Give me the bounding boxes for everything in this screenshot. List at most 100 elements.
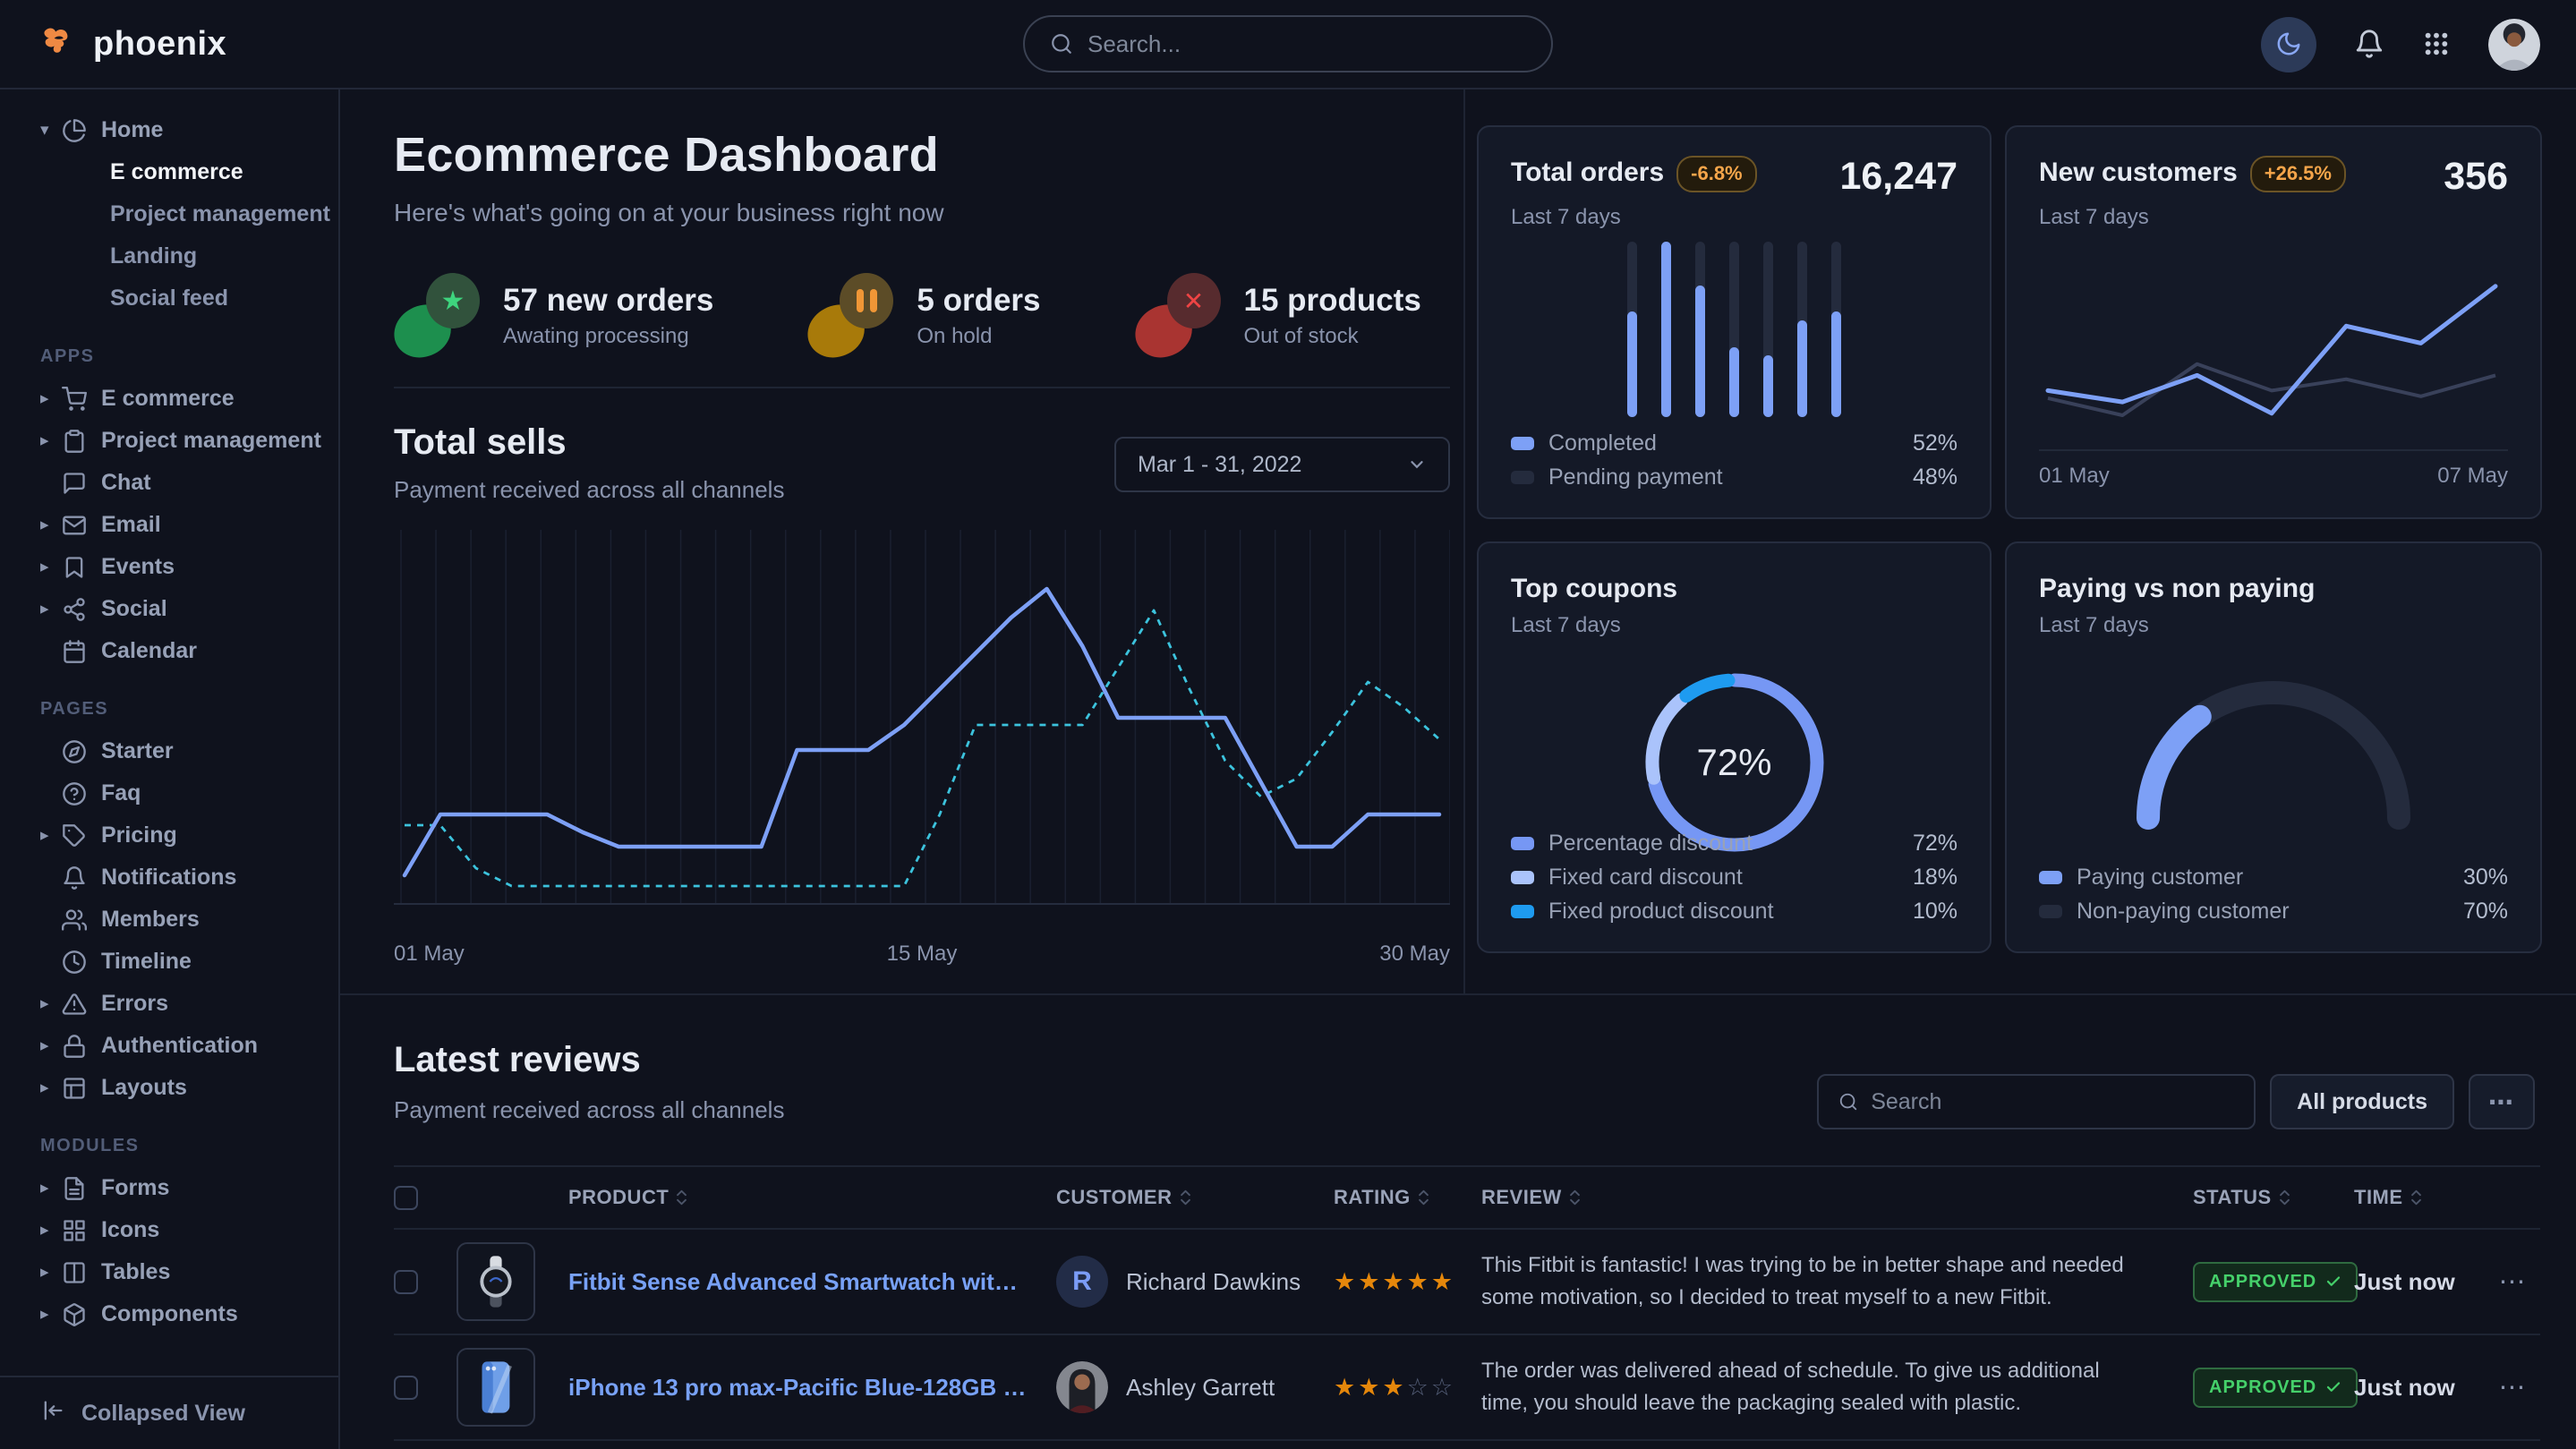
reviews-search[interactable] xyxy=(1817,1074,2256,1129)
sidebar-item-forms[interactable]: ▸Forms xyxy=(0,1167,338,1209)
caret-right-icon: ▸ xyxy=(40,388,62,409)
bell-icon xyxy=(62,865,89,891)
sidebar-item-events[interactable]: ▸Events xyxy=(0,546,338,588)
table-row[interactable] xyxy=(394,1441,2540,1449)
sidebar-item-email[interactable]: ▸Email xyxy=(0,504,338,546)
latest-reviews-section: Latest reviews Payment received across a… xyxy=(394,1040,2540,1449)
x-tick: 01 May xyxy=(394,942,465,967)
x-tick: 07 May xyxy=(2437,464,2508,489)
card-title: Total orders xyxy=(1511,158,1664,188)
caret-right-icon: ▸ xyxy=(40,557,62,577)
column-header-status[interactable]: STATUS xyxy=(2193,1186,2354,1209)
top-coupons-card: Top coupons Last 7 days 72% Percentage d… xyxy=(1477,541,1992,953)
sidebar-item-authentication[interactable]: ▸Authentication xyxy=(0,1025,338,1067)
card-period: Last 7 days xyxy=(2039,205,2508,230)
brand-name: phoenix xyxy=(93,25,226,64)
row-more-button[interactable]: ⋯ xyxy=(2484,1372,2540,1403)
sidebar-item-tables[interactable]: ▸Tables xyxy=(0,1251,338,1293)
sidebar-item-project-management[interactable]: ▸Project management xyxy=(0,420,338,462)
all-products-button[interactable]: All products xyxy=(2270,1074,2454,1129)
legend-row: Non-paying customer70% xyxy=(2039,894,2508,928)
caret-right-icon: ▸ xyxy=(40,993,62,1014)
sidebar: ▾HomeE commerceProject managementLanding… xyxy=(0,89,340,1449)
theme-toggle-button[interactable] xyxy=(2261,17,2316,72)
status-badge: APPROVED xyxy=(2193,1368,2358,1408)
collapsed-view-toggle[interactable]: Collapsed View xyxy=(0,1376,338,1449)
caret-down-icon: ▾ xyxy=(40,120,62,141)
column-header-product[interactable]: PRODUCT xyxy=(568,1186,1056,1209)
product-link[interactable]: Fitbit Sense Advanced Smartwatch with To… xyxy=(568,1268,1056,1296)
sidebar-item-icons[interactable]: ▸Icons xyxy=(0,1209,338,1251)
change-badge: +26.5% xyxy=(2250,156,2346,192)
table-row[interactable]: Fitbit Sense Advanced Smartwatch with To… xyxy=(394,1230,2540,1335)
sidebar-subitem-landing[interactable]: Landing xyxy=(0,235,338,277)
global-search-input[interactable] xyxy=(1088,30,1526,58)
sidebar-item-errors[interactable]: ▸Errors xyxy=(0,983,338,1025)
sidebar-item-layouts[interactable]: ▸Layouts xyxy=(0,1067,338,1109)
apps-menu-button[interactable] xyxy=(2422,30,2451,61)
sidebar-item-social[interactable]: ▸Social xyxy=(0,588,338,630)
reviews-search-input[interactable] xyxy=(1871,1089,2234,1115)
sidebar-item-chat[interactable]: Chat xyxy=(0,462,338,504)
search-icon xyxy=(1050,32,1073,55)
sidebar-section-label: MODULES xyxy=(40,1136,338,1156)
top-navbar: phoenix xyxy=(0,0,2576,89)
column-header-customer[interactable]: CUSTOMER xyxy=(1056,1186,1334,1209)
select-all-checkbox[interactable] xyxy=(394,1186,418,1210)
global-search[interactable] xyxy=(1023,15,1553,72)
column-header-time[interactable]: TIME xyxy=(2354,1186,2484,1209)
bar xyxy=(1695,242,1705,417)
row-checkbox[interactable] xyxy=(394,1376,418,1400)
date-range-value: Mar 1 - 31, 2022 xyxy=(1138,452,1301,478)
notifications-button[interactable] xyxy=(2354,29,2384,62)
message-icon xyxy=(62,470,89,497)
row-more-button[interactable]: ⋯ xyxy=(2484,1266,2540,1298)
app-screen: phoenix xyxy=(0,0,2576,1449)
sidebar-item-home[interactable]: ▾Home xyxy=(0,109,338,151)
main-content: Ecommerce Dashboard Here's what's going … xyxy=(340,89,2576,1449)
sidebar-item-calendar[interactable]: Calendar xyxy=(0,630,338,672)
caret-right-icon: ▸ xyxy=(40,825,62,846)
caret-right-icon: ▸ xyxy=(40,599,62,619)
sidebar-item-components[interactable]: ▸Components xyxy=(0,1293,338,1335)
date-range-select[interactable]: Mar 1 - 31, 2022 xyxy=(1114,437,1450,492)
stat-item: ✕15 productsOut of stock xyxy=(1135,273,1421,359)
brand[interactable]: phoenix xyxy=(0,21,226,67)
sidebar-item-faq[interactable]: Faq xyxy=(0,772,338,814)
stat-value: 5 orders xyxy=(917,283,1040,319)
sidebar-item-notifications[interactable]: Notifications xyxy=(0,857,338,899)
phoenix-logo-icon xyxy=(38,21,79,67)
table-row[interactable]: iPhone 13 pro max-Pacific Blue-128GB sto… xyxy=(394,1335,2540,1441)
sidebar-item-starter[interactable]: Starter xyxy=(0,730,338,772)
user-avatar[interactable] xyxy=(2488,19,2540,71)
package-icon xyxy=(62,1301,89,1328)
stat-sublabel: On hold xyxy=(917,324,1040,349)
sidebar-subitem-e-commerce[interactable]: E commerce xyxy=(0,151,338,193)
review-text: The order was delivered ahead of schedul… xyxy=(1481,1355,2193,1419)
sidebar-item-e-commerce[interactable]: ▸E commerce xyxy=(0,378,338,420)
reviews-controls: All products ⋯ xyxy=(1817,1074,2535,1129)
sidebar-subitem-project-management[interactable]: Project management xyxy=(0,193,338,235)
sidebar-item-members[interactable]: Members xyxy=(0,899,338,941)
shopping-cart-icon xyxy=(62,386,89,413)
sidebar-subitem-social-feed[interactable]: Social feed xyxy=(0,277,338,320)
column-header-rating[interactable]: RATING xyxy=(1334,1186,1481,1209)
total-sells-title: Total sells xyxy=(394,422,567,463)
sidebar-item-pricing[interactable]: ▸Pricing xyxy=(0,814,338,857)
sidebar-section-label: APPS xyxy=(40,346,338,367)
reviews-more-button[interactable]: ⋯ xyxy=(2469,1074,2535,1129)
column-header-review[interactable]: REVIEW xyxy=(1481,1186,2193,1209)
caret-right-icon: ▸ xyxy=(40,1078,62,1098)
bookmark-icon xyxy=(62,554,89,581)
total-sells-x-axis: 01 May 15 May 30 May xyxy=(394,942,1450,967)
users-icon xyxy=(62,907,89,933)
sidebar-item-timeline[interactable]: Timeline xyxy=(0,941,338,983)
sidebar-section-label: PAGES xyxy=(40,699,338,720)
divider xyxy=(394,387,1450,388)
row-checkbox[interactable] xyxy=(394,1270,418,1294)
card-period: Last 7 days xyxy=(2039,613,2508,638)
product-link[interactable]: iPhone 13 pro max-Pacific Blue-128GB sto… xyxy=(568,1374,1056,1402)
star-icon: ★ xyxy=(394,273,480,359)
x-icon: ✕ xyxy=(1135,273,1221,359)
x-tick: 01 May xyxy=(2039,464,2110,489)
